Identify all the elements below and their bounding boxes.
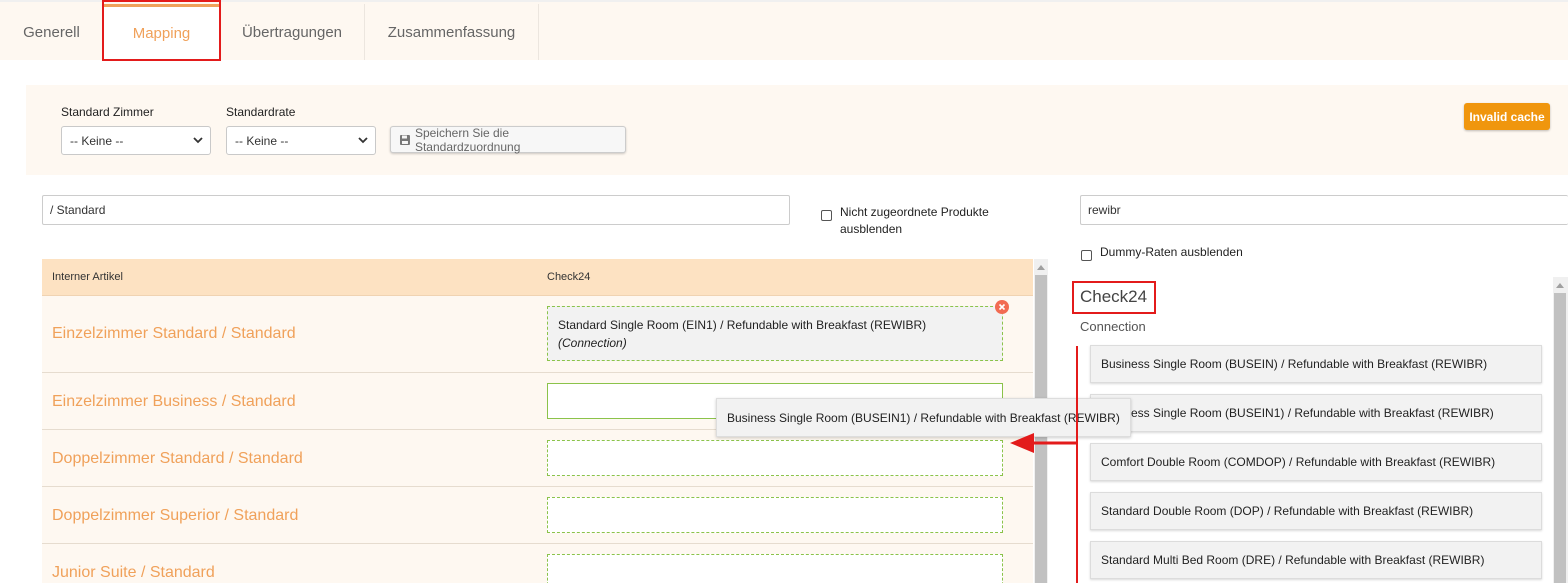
- tab-mapping[interactable]: Mapping: [104, 4, 220, 60]
- internal-item-label: Einzelzimmer Business / Standard: [52, 393, 296, 410]
- hide-unassigned-label-line2: ausblenden: [840, 222, 903, 236]
- standard-rate-label: Standardrate: [226, 105, 296, 119]
- channel-list-scrollbar-thumb[interactable]: [1554, 293, 1566, 583]
- close-icon: [998, 303, 1006, 311]
- standard-rate-value: -- Keine --: [235, 133, 289, 148]
- chevron-down-icon: [193, 137, 203, 144]
- tab-uebertragungen[interactable]: Übertragungen: [220, 4, 365, 60]
- channel-product-item[interactable]: Comfort Double Room (COMDOP) / Refundabl…: [1090, 443, 1542, 481]
- channel-product-label: Comfort Double Room (COMDOP) / Refundabl…: [1101, 455, 1496, 469]
- internal-item-search-value: / Standard: [50, 203, 106, 217]
- save-button-label: Speichern Sie die Standardzuordnung: [414, 125, 521, 154]
- hide-dummy-rates-checkbox[interactable]: [1081, 250, 1092, 261]
- chevron-down-icon: [358, 137, 368, 144]
- tab-label: Zusammenfassung: [387, 23, 516, 41]
- scroll-up-icon: [1037, 265, 1045, 270]
- standard-room-select[interactable]: -- Keine --: [61, 126, 211, 155]
- channel-product-label: Standard Double Room (DOP) / Refundable …: [1101, 504, 1474, 518]
- tab-bar: Generell Mapping Übertragungen Zusammenf…: [0, 0, 1568, 60]
- internal-item-label: Doppelzimmer Standard / Standard: [52, 450, 303, 467]
- table-row: Junior Suite / Standard: [42, 544, 1033, 583]
- hide-unassigned-label-line1: Nicht zugeordnete Produkte: [840, 205, 989, 219]
- table-row: Einzelzimmer Standard / Standard Standar…: [42, 296, 1033, 373]
- mapped-product-chip[interactable]: Standard Single Room (EIN1) / Refundable…: [547, 306, 1003, 361]
- invalid-cache-button[interactable]: Invalid cache: [1464, 103, 1550, 130]
- floppy-disk-icon: [399, 134, 410, 145]
- remove-mapping-icon[interactable]: [995, 300, 1009, 314]
- drop-target[interactable]: [547, 554, 1003, 583]
- standard-rate-select[interactable]: -- Keine --: [226, 126, 376, 155]
- channel-title: Check24: [1080, 287, 1148, 306]
- drop-target[interactable]: [547, 497, 1003, 533]
- hide-unassigned-checkbox[interactable]: [821, 210, 832, 221]
- channel-product-item[interactable]: ess Single Room (BUSEIN1) / Refundable w…: [1090, 394, 1542, 432]
- channel-product-search-value: rewibr: [1088, 203, 1121, 217]
- channel-subtitle: Connection: [1080, 319, 1146, 334]
- hide-dummy-rates-label: Dummy-Raten ausblenden: [1100, 245, 1243, 259]
- channel-product-search-input[interactable]: rewibr: [1080, 195, 1568, 225]
- annotation-arrow: [1010, 346, 1078, 583]
- tab-label: Übertragungen: [241, 23, 343, 41]
- channel-product-label: Business Single Room (BUSEIN) / Refundab…: [1101, 357, 1488, 371]
- hide-unassigned-label: Nicht zugeordnete Produkte ausblenden: [840, 204, 989, 238]
- tab-generell[interactable]: Generell: [0, 4, 104, 60]
- internal-item-search-input[interactable]: / Standard: [42, 195, 790, 225]
- save-default-mapping-button[interactable]: Speichern Sie die Standardzuordnung: [390, 125, 626, 154]
- channel-product-item[interactable]: Standard Double Room (DOP) / Refundable …: [1090, 492, 1542, 530]
- scroll-up-icon: [1556, 283, 1564, 288]
- channel-product-item[interactable]: Business Single Room (BUSEIN) / Refundab…: [1090, 345, 1542, 383]
- internal-item-label: Doppelzimmer Superior / Standard: [52, 507, 299, 524]
- table-row: Doppelzimmer Standard / Standard: [42, 430, 1033, 487]
- column-header-check24: Check24: [547, 271, 591, 283]
- tab-label: Generell: [23, 23, 80, 41]
- drop-target[interactable]: [547, 440, 1003, 476]
- channel-list-scrollbar[interactable]: [1553, 277, 1568, 583]
- table-row: Doppelzimmer Superior / Standard: [42, 487, 1033, 544]
- mapped-product-label: Standard Single Room (EIN1) / Refundable…: [558, 318, 927, 332]
- channel-product-label: Standard Multi Bed Room (DRE) / Refundab…: [1101, 553, 1485, 567]
- internal-item-label: Einzelzimmer Standard / Standard: [52, 325, 296, 342]
- column-header-internal-item: Interner Artikel: [52, 271, 123, 283]
- tab-zusammenfassung[interactable]: Zusammenfassung: [365, 4, 539, 60]
- channel-product-label: ess Single Room (BUSEIN1) / Refundable w…: [1131, 406, 1494, 420]
- invalid-cache-label: Invalid cache: [1469, 109, 1545, 124]
- tab-label: Mapping: [132, 25, 191, 42]
- table-header: Interner Artikel Check24: [42, 259, 1033, 296]
- internal-item-label: Junior Suite / Standard: [52, 564, 215, 581]
- standard-room-value: -- Keine --: [70, 133, 124, 148]
- channel-product-item[interactable]: Standard Multi Bed Room (DRE) / Refundab…: [1090, 541, 1542, 579]
- standard-room-label: Standard Zimmer: [61, 105, 154, 119]
- mapped-product-connection: (Connection): [558, 336, 627, 350]
